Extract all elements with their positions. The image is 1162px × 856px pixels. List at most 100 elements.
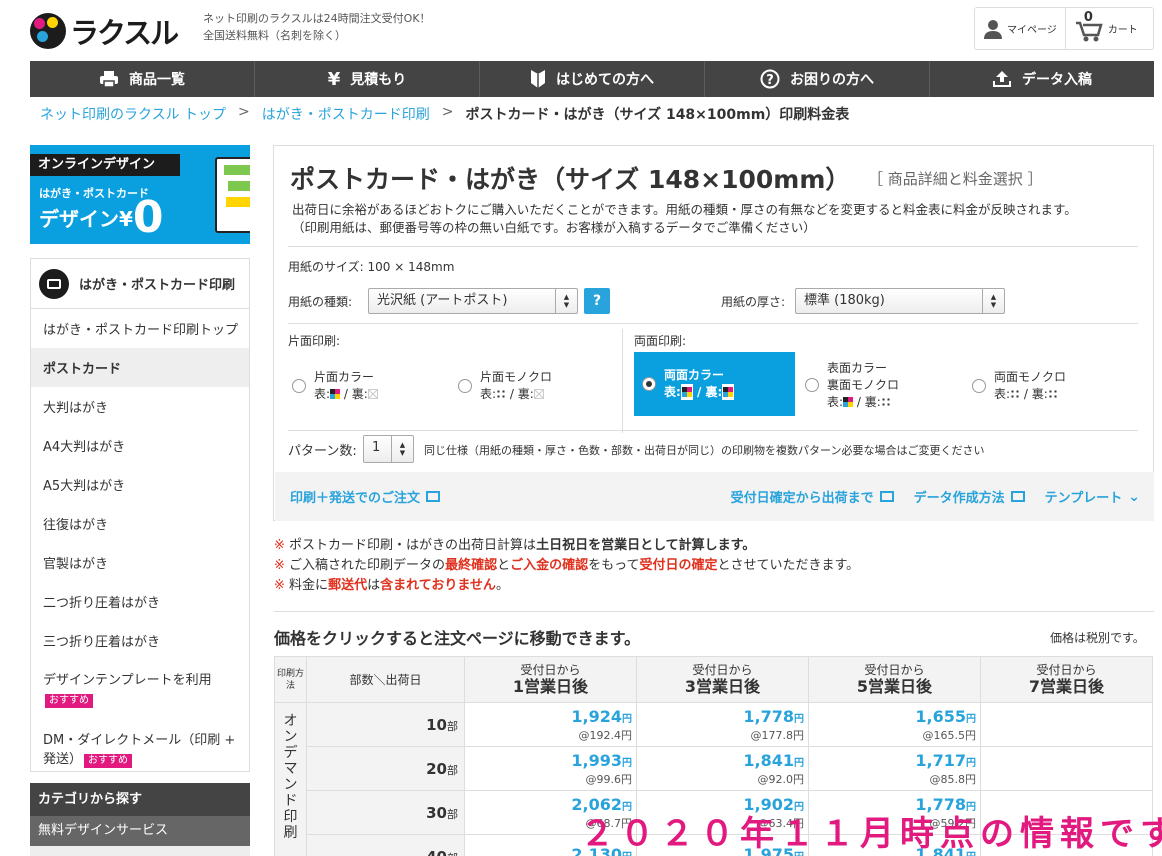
table-row: オンデマンド印刷 10部 1,924円 @192.4円 1,778円 @177.8円… [274, 702, 1153, 856]
sidebar-item[interactable]: A4大判はがき [31, 426, 249, 465]
pattern-label: パターン数: [288, 444, 357, 459]
qty-cell: 20部 [306, 746, 465, 791]
day-header: 受付日から 5営業日後 [808, 656, 981, 703]
method-header: 印刷方法 [274, 656, 307, 703]
page-subtitle: ［ 商品詳細と料金選択 ］ [868, 170, 1043, 188]
paper-thickness-select[interactable]: 標準 (180kg) ▲ ▼ [795, 288, 1005, 314]
day-header: 受付日から 7営業日後 [980, 656, 1153, 703]
sidebar-item-dm[interactable]: DM・ダイレクトメール（印刷 + 発送） おすすめ [31, 720, 249, 780]
cart-button[interactable]: 0 カート [1064, 8, 1146, 49]
category-search-heading: カテゴリから探す [30, 783, 250, 816]
upload-icon [993, 71, 1011, 87]
price-table-heading: 価格をクリックすると注文ページに移動できます。 [274, 629, 641, 648]
tagline: ネット印刷のラクスルは24時間注文受付OK！ 全国送料無料（名刺を除く） [203, 12, 431, 42]
price-cell[interactable]: 1,655円 @165.5円 [808, 702, 981, 747]
qty-cell: 10部 [306, 702, 465, 747]
template-dropdown[interactable]: テンプレート ⌄ [1045, 487, 1140, 507]
nav-upload[interactable]: データ入稿 [930, 61, 1154, 97]
price-cell[interactable]: 1,778円 @177.8円 [636, 702, 809, 747]
sidebar-item-active[interactable]: ポストカード [31, 348, 249, 387]
method-label: オンデマンド印刷 [283, 713, 298, 841]
paper-type-select[interactable]: 光沢紙 (アートポスト) ▲ ▼ [368, 288, 578, 314]
header-account-box: マイページ 0 カート [974, 7, 1154, 50]
user-icon [984, 19, 1002, 39]
sidebar-item[interactable]: 大判はがき [31, 387, 249, 426]
radio[interactable] [972, 379, 986, 393]
option-double-color[interactable]: 両面カラー 表: / 裏: [634, 352, 795, 416]
divider [274, 611, 1154, 612]
single-side-label: 片面印刷: [288, 334, 341, 348]
sidebar: はがき・ポストカード印刷 はがき・ポストカード印刷トップ ポストカード 大判はが… [30, 258, 250, 772]
option-double-mono[interactable]: 両面モノクロ 表: / 裏: [972, 368, 1132, 404]
paper-help-button[interactable]: ? [584, 288, 610, 314]
free-design-service-link[interactable]: 無料デザインサービス [30, 816, 250, 846]
external-window-icon [426, 491, 441, 502]
day-header: 受付日から 3営業日後 [636, 656, 809, 703]
size-label: 用紙のサイズ: 100 × 148mm [288, 260, 455, 274]
breadcrumb: ネット印刷のラクスル トップ > はがき・ポストカード印刷 > ポストカード・は… [40, 104, 850, 124]
radio[interactable] [458, 379, 472, 393]
pattern-count-select[interactable]: 1 ▲ ▼ [363, 435, 414, 463]
global-nav: 商品一覧 ¥ 見積もり はじめての方へ ? お困りの方へ データ入稿 [30, 61, 1154, 97]
breadcrumb-home[interactable]: ネット印刷のラクスル トップ [40, 104, 226, 124]
day-header: 受付日から 1営業日後 [464, 656, 637, 703]
divider [288, 246, 1138, 247]
price-cell[interactable]: 1,993円 @99.6円 [464, 746, 637, 791]
breadcrumb-current: ポストカード・はがき（サイズ 148×100mm）印刷料金表 [465, 107, 850, 123]
tax-note: 価格は税別です。 [1050, 631, 1145, 645]
external-window-icon [1010, 491, 1025, 502]
external-window-icon [879, 491, 894, 502]
question-icon: ? [760, 69, 780, 89]
nav-estimate[interactable]: ¥ 見積もり [255, 61, 480, 97]
price-cell[interactable]: 1,717円 @85.8円 [808, 746, 981, 791]
qty-cell: 40部 [306, 834, 465, 856]
notes: ※ ポストカード印刷・はがきの出荷日計算は土日祝日を営業日として計算します。 ※… [274, 538, 860, 593]
link-data-creation[interactable]: データ作成方法 [914, 487, 1025, 506]
option-single-mono[interactable]: 片面モノクロ 表: / 裏: [458, 368, 618, 404]
double-side-label: 両面印刷: [634, 334, 687, 348]
paper-label: 用紙の種類: [288, 295, 353, 309]
nav-help[interactable]: ? お困りの方へ [705, 61, 930, 97]
sidebar-item[interactable]: はがき・ポストカード印刷トップ [31, 309, 249, 348]
price-cell-empty [980, 746, 1153, 791]
breadcrumb-category[interactable]: はがき・ポストカード印刷 [262, 104, 430, 124]
sidebar-item-design-template[interactable]: デザインテンプレートを利用 おすすめ [31, 660, 249, 720]
method-cell: オンデマンド印刷 [274, 702, 307, 856]
beginner-mark-icon [531, 70, 545, 88]
option-single-color[interactable]: 片面カラー 表: / 裏: [292, 368, 452, 404]
mypage-button[interactable]: マイページ [975, 8, 1065, 49]
radio[interactable] [805, 378, 819, 392]
date-notice-overlay: ２０２０年１１月時点の情報です [580, 814, 1162, 854]
link-print-and-ship[interactable]: 印刷＋発送でのご注文 [290, 487, 441, 506]
select-arrows-icon: ▲ ▼ [982, 289, 1004, 313]
printer-icon [100, 71, 118, 88]
sidebar-title: はがき・ポストカード印刷 [31, 259, 249, 309]
option-front-color-back-mono[interactable]: 表面カラー 裏面モノクロ 表: / 裏: [805, 358, 975, 412]
link-shipping-schedule[interactable]: 受付日確定から出荷まで [731, 487, 894, 506]
online-design-banner[interactable]: オンラインデザイン はがき・ポストカード デザイン¥0 [30, 145, 250, 244]
logo-text: ラクスル [70, 16, 179, 50]
logo[interactable]: ラクスル [30, 10, 179, 52]
chevron-down-icon: ⌄ [1128, 488, 1140, 505]
sidebar-item[interactable]: 三つ折り圧着はがき [31, 621, 249, 660]
sidebar-item[interactable]: 二つ折り圧着はがき [31, 582, 249, 621]
select-arrows-icon: ▲ ▼ [391, 436, 413, 462]
sidebar-item[interactable]: 往復はがき [31, 504, 249, 543]
radio-selected[interactable] [642, 377, 656, 391]
radio[interactable] [292, 379, 306, 393]
postcard-icon [39, 268, 69, 299]
price-cell[interactable]: 1,841円 @92.0円 [636, 746, 809, 791]
qty-header: 部数＼出荷日 [306, 656, 465, 703]
logo-mark-icon [30, 13, 66, 49]
page-title: ポストカード・はがき（サイズ 148×100mm） [290, 165, 851, 194]
price-cell[interactable]: 1,924円 @192.4円 [464, 702, 637, 747]
nav-products[interactable]: 商品一覧 [30, 61, 255, 97]
product-panel: ポストカード・はがき（サイズ 148×100mm） ［ 商品詳細と料金選択 ］ … [273, 145, 1154, 521]
recommend-badge: おすすめ [45, 694, 93, 708]
sidebar-item[interactable]: A5大判はがき [31, 465, 249, 504]
select-arrows-icon: ▲ ▼ [555, 289, 577, 313]
nav-beginner[interactable]: はじめての方へ [480, 61, 705, 97]
pattern-note: 同じ仕様（用紙の種類・厚さ・色数・部数・出荷日が同じ）の印刷物を複数パターン必要… [424, 444, 985, 457]
sidebar-item[interactable]: 官製はがき [31, 543, 249, 582]
thickness-label: 用紙の厚さ: [721, 295, 786, 309]
